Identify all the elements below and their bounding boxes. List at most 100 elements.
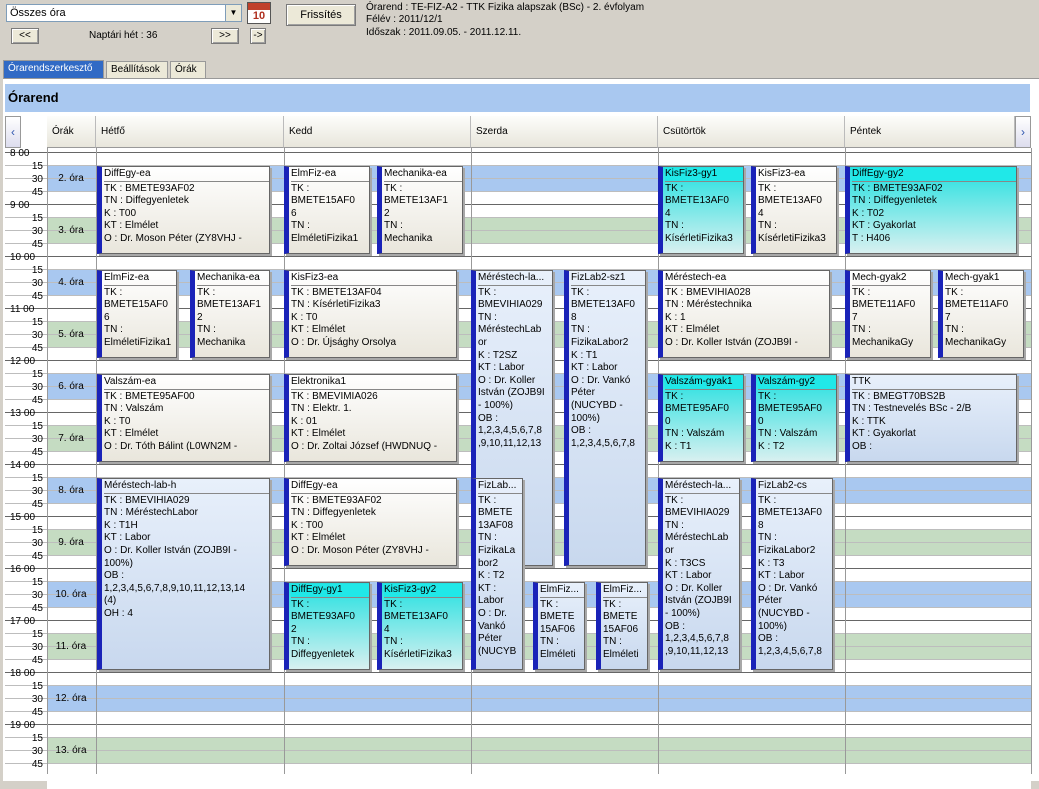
time-label: 19 00 xyxy=(10,720,36,731)
event-card[interactable]: Valszám-ea TK : BMETE95AF00 TN : Valszám … xyxy=(97,374,270,462)
tab-settings[interactable]: Beállítások xyxy=(106,61,168,78)
event-card[interactable]: Valszám-gyak1 TK : BMETE95AF0 0 TN : Vals… xyxy=(658,374,744,462)
event-card[interactable]: Méréstech-lab-h TK : BMEVIHIA029 TN : Mér… xyxy=(97,478,270,670)
event-title: Mechanika-ea xyxy=(384,168,462,182)
time-label: 30 xyxy=(31,590,43,601)
event-title: Valszám-ea xyxy=(104,376,269,390)
event-details: TK : BMETE95AF00 TN : Valszám K : T0 KT … xyxy=(104,390,238,452)
time-label: 16 00 xyxy=(10,564,36,575)
event-details: TK : BMEVIHIA029 TN : MéréstechLabor K :… xyxy=(104,494,246,619)
time-label: 15 xyxy=(31,681,43,692)
period-label: 4. óra xyxy=(58,277,84,288)
event-card[interactable]: DiffEgy-gy1 TK : BMETE93AF0 2 TN : Diffeg… xyxy=(284,582,370,670)
event-card[interactable]: KisFiz3-gy1 TK : BMETE13AF0 4 TN : Kísérl… xyxy=(658,166,744,254)
scroll-right-icon[interactable]: › xyxy=(1015,116,1031,148)
time-label: 15 xyxy=(31,161,43,172)
event-details: TK : BMEGT70BS2B TN : Testnevelés BSc - … xyxy=(852,390,972,452)
event-title: DiffEgy-ea xyxy=(104,168,269,182)
event-title: Mechanika-ea xyxy=(197,272,269,286)
time-label: 15 xyxy=(31,733,43,744)
time-label: 15 xyxy=(31,421,43,432)
time-label: 30 xyxy=(31,746,43,757)
event-title: Elektronika1 xyxy=(291,376,456,390)
event-title: Valszám-gy2 xyxy=(758,376,836,390)
event-card[interactable]: DiffEgy-ea TK : BMETE93AF02 TN : Diffegye… xyxy=(284,478,457,566)
header-wednesday: Szerda xyxy=(471,116,658,148)
event-details: TK : BMETE13AF0 4 TN : KísérletiFizika3 xyxy=(665,182,733,244)
time-label: 15 xyxy=(31,213,43,224)
column-divider xyxy=(47,148,48,774)
next-small-button[interactable]: -> xyxy=(250,28,266,44)
time-label: 18 00 xyxy=(10,668,36,679)
event-card[interactable]: DiffEgy-ea TK : BMETE93AF02 TN : Diffegye… xyxy=(97,166,270,254)
event-card[interactable]: KisFiz3-gy2 TK : BMETE13AF0 4 TN : Kísérl… xyxy=(377,582,463,670)
event-title: Méréstech-la... xyxy=(478,272,552,286)
event-details: TK : BMEVIHIA028 TN : Méréstechnika K : … xyxy=(665,286,798,348)
header-thursday: Csütörtök xyxy=(658,116,845,148)
time-label: 15 xyxy=(31,525,43,536)
event-title: DiffEgy-ea xyxy=(291,480,456,494)
event-card[interactable]: Mechanika-ea TK : BMETE13AF1 2 TN : Mecha… xyxy=(377,166,463,254)
calendar-icon[interactable]: 10 xyxy=(247,2,271,24)
event-details: TK : BMETE 15AF06 TN : Elméleti xyxy=(540,598,576,660)
event-card[interactable]: KisFiz3-ea TK : BMETE13AF0 4 TN : Kísérle… xyxy=(751,166,837,254)
info-semester: Félév : 2011/12/1 xyxy=(366,14,443,25)
event-card[interactable]: Mech-gyak1 TK : BMETE11AF0 7 TN : Mechani… xyxy=(938,270,1024,358)
tab-timetable-editor[interactable]: Órarendszerkesztő xyxy=(3,60,104,78)
event-title: Méréstech-ea xyxy=(665,272,829,286)
event-card[interactable]: ElmFiz... TK : BMETE 15AF06 TN : Elméleti xyxy=(533,582,585,670)
time-label: 45 xyxy=(31,291,43,302)
period-label: 8. óra xyxy=(58,485,84,496)
event-title: FizLab... xyxy=(478,480,522,494)
time-label: 30 xyxy=(31,278,43,289)
event-card[interactable]: KisFiz3-ea TK : BMETE13AF04 TN : Kísérlet… xyxy=(284,270,457,358)
event-details: TK : BMETE13AF0 8 TN : FizikaLabor2 K : … xyxy=(758,494,822,657)
header-monday: Hétfő xyxy=(96,116,284,148)
event-title: Méréstech-la... xyxy=(665,480,739,494)
event-card[interactable]: Méréstech-la... TK : BMEVIHIA029 TN : Mér… xyxy=(658,478,740,670)
event-card[interactable]: Elektronika1 TK : BMEVIMIA026 TN : Elektr… xyxy=(284,374,457,462)
time-label: 30 xyxy=(31,226,43,237)
event-title: ElmFiz-ea xyxy=(291,168,369,182)
time-label: 30 xyxy=(31,434,43,445)
page-title: Órarend xyxy=(5,84,1030,112)
event-card[interactable]: FizLab... TK : BMETE 13AF08 TN : FizikaLa… xyxy=(471,478,523,670)
event-card[interactable]: FizLab2-sz1 TK : BMETE13AF0 8 TN : Fizika… xyxy=(564,270,646,566)
time-label: 45 xyxy=(31,603,43,614)
event-card[interactable]: Mech-gyak2 TK : BMETE11AF0 7 TN : Mechani… xyxy=(845,270,931,358)
time-label: 11 00 xyxy=(10,304,35,315)
refresh-button[interactable]: Frissítés xyxy=(286,4,356,26)
hours-filter-combo[interactable]: Összes óra ▼ xyxy=(6,4,242,22)
time-label: 17 00 xyxy=(10,616,36,627)
next-week-button[interactable]: >> xyxy=(211,28,239,44)
time-label: 15 xyxy=(31,473,43,484)
event-details: TK : BMETE15AF0 6 TN : ElméletiFizika1 xyxy=(291,182,359,244)
event-details: TK : BMETE 15AF06 TN : Elméleti xyxy=(603,598,639,660)
chevron-down-icon[interactable]: ▼ xyxy=(225,5,241,21)
slot-line xyxy=(5,711,1031,712)
tab-hours[interactable]: Órák xyxy=(170,61,206,78)
event-card[interactable]: ElmFiz... TK : BMETE 15AF06 TN : Elméleti xyxy=(596,582,648,670)
event-card[interactable]: Mechanika-ea TK : BMETE13AF1 2 TN : Mecha… xyxy=(190,270,270,358)
prev-week-button[interactable]: << xyxy=(11,28,39,44)
period-label: 2. óra xyxy=(58,173,84,184)
time-label: 14 00 xyxy=(10,460,36,471)
time-label: 30 xyxy=(31,642,43,653)
scroll-left-icon[interactable]: ‹ xyxy=(5,116,21,148)
event-card[interactable]: DiffEgy-gy2 TK : BMETE93AF02 TN : Diffegy… xyxy=(845,166,1017,254)
header-hours: Órák xyxy=(47,116,96,148)
slot-line xyxy=(5,685,1031,686)
event-card[interactable]: TTK TK : BMEGT70BS2B TN : Testnevelés BSc… xyxy=(845,374,1017,462)
event-title: Méréstech-lab-h xyxy=(104,480,269,494)
event-card[interactable]: ElmFiz-ea TK : BMETE15AF0 6 TN : Elméleti… xyxy=(284,166,370,254)
event-card[interactable]: ElmFiz-ea TK : BMETE15AF0 6 TN : Elméleti… xyxy=(97,270,177,358)
info-period: Időszak : 2011.09.05. - 2011.12.11. xyxy=(366,27,522,38)
header-tuesday: Kedd xyxy=(284,116,471,148)
event-card[interactable]: Méréstech-ea TK : BMEVIHIA028 TN : Mérést… xyxy=(658,270,830,358)
event-card[interactable]: FizLab2-cs TK : BMETE13AF0 8 TN : FizikaL… xyxy=(751,478,833,670)
period-label: 9. óra xyxy=(58,537,84,548)
time-label: 15 xyxy=(31,369,43,380)
event-details: TK : BMETE93AF02 TN : Diffegyenletek K :… xyxy=(852,182,943,244)
event-card[interactable]: Valszám-gy2 TK : BMETE95AF0 0 TN : Valszá… xyxy=(751,374,837,462)
time-label: 45 xyxy=(31,447,43,458)
